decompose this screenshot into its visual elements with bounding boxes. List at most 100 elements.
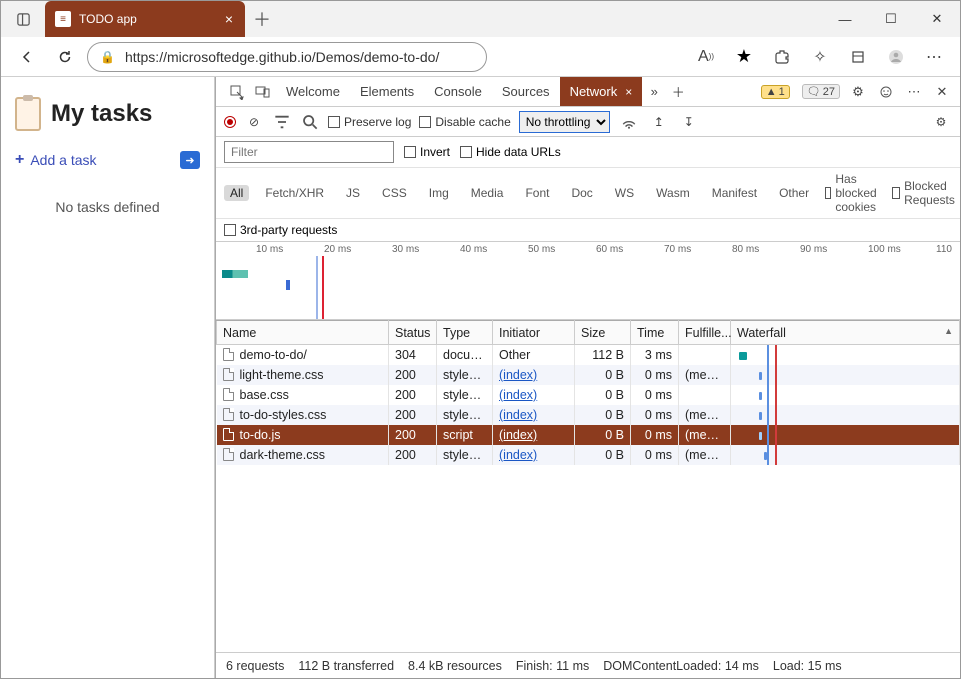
waterfall-cell <box>737 428 953 442</box>
status-dcl: DOMContentLoaded: 14 ms <box>603 659 759 673</box>
type-manifest[interactable]: Manifest <box>706 185 763 201</box>
url-field[interactable]: 🔒 https://microsoftedge.github.io/Demos/… <box>87 42 487 72</box>
close-devtools-button[interactable]: ✕ <box>932 76 952 108</box>
status-load: Load: 15 ms <box>773 659 842 673</box>
favorites-bar-button[interactable]: ✧ <box>804 41 836 73</box>
menu-button[interactable]: ⋯ <box>918 41 950 73</box>
request-row[interactable]: demo-to-do/304docu…Other112 B3 ms <box>217 345 960 366</box>
tab-network[interactable]: Network× <box>560 77 643 106</box>
request-row[interactable]: to-do-styles.css200styles…(index)0 B0 ms… <box>217 405 960 425</box>
messages-badge[interactable]: 🗨27 <box>802 84 840 99</box>
browser-tab[interactable]: ≡ TODO app × <box>45 1 245 37</box>
type-all[interactable]: All <box>224 185 249 201</box>
type-font[interactable]: Font <box>519 185 555 201</box>
new-tab-button[interactable]: ＋ <box>245 1 279 37</box>
refresh-button[interactable] <box>49 41 81 73</box>
warning-icon: ▲ <box>766 86 777 98</box>
disable-cache-checkbox[interactable]: Disable cache <box>419 115 510 129</box>
profile-button[interactable] <box>880 41 912 73</box>
feedback-button[interactable] <box>876 76 896 108</box>
close-panel-icon[interactable]: × <box>625 85 632 99</box>
type-doc[interactable]: Doc <box>565 185 598 201</box>
timeline-tick: 10 ms <box>256 244 283 255</box>
device-toolbar-button[interactable] <box>250 76 276 108</box>
blocked-cookies-checkbox[interactable]: Has blocked cookies <box>825 172 882 214</box>
type-ws[interactable]: WS <box>609 185 640 201</box>
col-type[interactable]: Type <box>437 321 493 345</box>
initiator-link[interactable]: (index) <box>499 428 537 442</box>
empty-state: No tasks defined <box>15 199 200 215</box>
file-icon <box>223 448 234 461</box>
request-row[interactable]: to-do.js200script(index)0 B0 ms(mem… <box>217 425 960 445</box>
request-row[interactable]: light-theme.css200styles…(index)0 B0 ms(… <box>217 365 960 385</box>
tab-actions-button[interactable] <box>1 1 45 37</box>
type-fetch[interactable]: Fetch/XHR <box>259 185 330 201</box>
type-css[interactable]: CSS <box>376 185 413 201</box>
tab-elements[interactable]: Elements <box>350 77 424 106</box>
col-time[interactable]: Time <box>631 321 679 345</box>
initiator-link[interactable]: (index) <box>499 388 537 402</box>
blocked-requests-checkbox[interactable]: Blocked Requests <box>892 179 959 207</box>
network-conditions-button[interactable] <box>618 106 640 138</box>
file-icon <box>223 408 234 421</box>
add-task-button[interactable]: + Add a task <box>15 151 97 169</box>
status-requests: 6 requests <box>226 659 284 673</box>
throttling-select[interactable]: No throttling <box>519 111 610 133</box>
tab-welcome[interactable]: Welcome <box>276 77 350 106</box>
requests-table: Name Status Type Initiator Size Time Ful… <box>216 320 960 652</box>
plus-icon: + <box>15 151 24 169</box>
initiator-link[interactable]: (index) <box>499 408 537 422</box>
clear-button[interactable]: ⊘ <box>244 106 264 138</box>
overview-timeline[interactable]: 10 ms20 ms30 ms40 ms50 ms60 ms70 ms80 ms… <box>216 242 960 320</box>
settings-button[interactable]: ⚙ <box>848 76 868 108</box>
search-button[interactable] <box>300 106 320 138</box>
extensions-button[interactable] <box>766 41 798 73</box>
tab-console[interactable]: Console <box>424 77 492 106</box>
import-har-button[interactable]: ↥ <box>648 106 670 138</box>
request-row[interactable]: dark-theme.css200styles…(index)0 B0 ms(m… <box>217 445 960 465</box>
col-fulfilled[interactable]: Fulfille... <box>679 321 731 345</box>
preserve-log-checkbox[interactable]: Preserve log <box>328 115 411 129</box>
url-text: https://microsoftedge.github.io/Demos/de… <box>125 49 439 65</box>
minimize-button[interactable]: — <box>822 1 868 37</box>
col-name[interactable]: Name <box>217 321 389 345</box>
submit-task-button[interactable]: ➜ <box>180 151 200 169</box>
col-size[interactable]: Size <box>575 321 631 345</box>
address-bar: 🔒 https://microsoftedge.github.io/Demos/… <box>1 37 960 77</box>
maximize-button[interactable]: ☐ <box>868 1 914 37</box>
more-options-button[interactable]: ⋯ <box>904 76 924 108</box>
back-button[interactable] <box>11 41 43 73</box>
request-row[interactable]: base.css200styles…(index)0 B0 ms <box>217 385 960 405</box>
close-tab-icon[interactable]: × <box>225 11 233 27</box>
col-initiator[interactable]: Initiator <box>493 321 575 345</box>
more-tabs-button[interactable]: » <box>642 76 666 108</box>
type-img[interactable]: Img <box>423 185 455 201</box>
timeline-tick: 70 ms <box>664 244 691 255</box>
filter-toggle-button[interactable] <box>272 106 292 138</box>
filter-input[interactable] <box>224 141 394 163</box>
initiator-link[interactable]: (index) <box>499 368 537 382</box>
inspect-element-button[interactable] <box>224 76 250 108</box>
tab-sources[interactable]: Sources <box>492 77 560 106</box>
hide-data-urls-checkbox[interactable]: Hide data URLs <box>460 145 561 159</box>
favorite-button[interactable]: ★ <box>728 41 760 73</box>
col-status[interactable]: Status <box>389 321 437 345</box>
invert-checkbox[interactable]: Invert <box>404 145 450 159</box>
network-settings-button[interactable]: ⚙ <box>930 106 952 138</box>
initiator-link[interactable]: (index) <box>499 448 537 462</box>
collections-button[interactable] <box>842 41 874 73</box>
col-waterfall[interactable]: Waterfall <box>731 321 960 345</box>
add-tab-button[interactable]: ＋ <box>666 76 690 108</box>
type-other[interactable]: Other <box>773 185 815 201</box>
type-wasm[interactable]: Wasm <box>650 185 696 201</box>
reader-button[interactable]: A)) <box>690 41 722 73</box>
close-window-button[interactable]: ✕ <box>914 1 960 37</box>
warnings-badge[interactable]: ▲1 <box>761 85 790 99</box>
third-party-checkbox[interactable]: 3rd-party requests <box>224 223 337 237</box>
export-har-button[interactable]: ↧ <box>678 106 700 138</box>
record-button[interactable] <box>224 116 236 128</box>
waterfall-cell <box>737 348 953 362</box>
type-media[interactable]: Media <box>465 185 510 201</box>
type-js[interactable]: JS <box>340 185 366 201</box>
title-bar: ≡ TODO app × ＋ — ☐ ✕ <box>1 1 960 37</box>
